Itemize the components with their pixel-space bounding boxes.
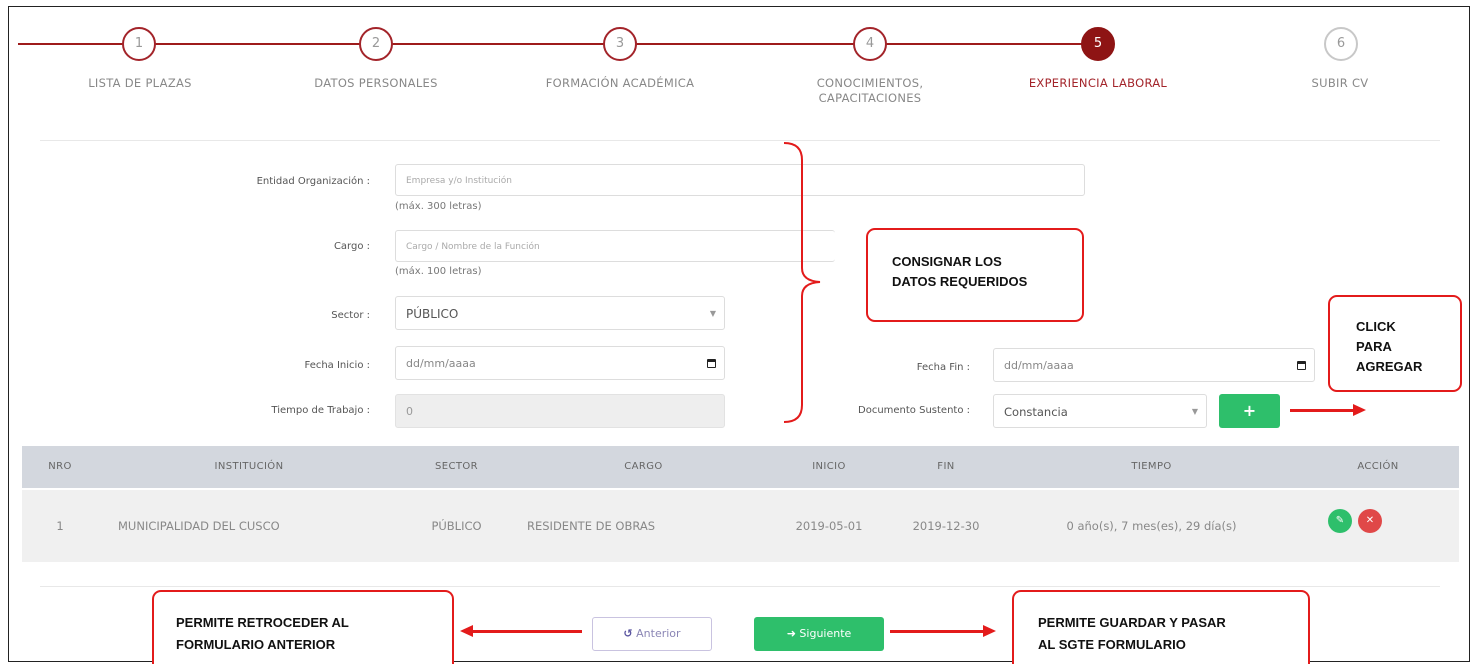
page-frame xyxy=(8,6,1470,662)
arrow-add-shaft xyxy=(1290,409,1354,412)
step-6-label: SUBIR CV xyxy=(1311,76,1369,90)
step-2-circle[interactable]: 2 xyxy=(359,27,393,61)
divider-bottom xyxy=(40,586,1440,587)
fecha-fin-input[interactable]: dd/mm/aaaa xyxy=(993,348,1315,382)
sector-select[interactable]: PÚBLICO ▼ xyxy=(395,296,725,330)
col-sector: SECTOR xyxy=(400,446,513,488)
arrow-right-icon: ➜ xyxy=(786,627,796,640)
stepper-progress-line xyxy=(18,43,1110,45)
tiempo-input: 0 xyxy=(395,394,725,428)
step-5-circle[interactable]: 5 xyxy=(1081,27,1115,61)
fecha-inicio-placeholder: dd/mm/aaaa xyxy=(406,357,476,370)
step-6-circle[interactable]: 6 xyxy=(1324,27,1358,61)
callout-click-agregar: CLICK PARA AGREGAR xyxy=(1328,295,1462,392)
callout-consignar-line2: DATOS REQUERIDOS xyxy=(892,274,1028,289)
arrow-retroceder-shaft xyxy=(472,630,582,633)
col-institucion: INSTITUCIÓN xyxy=(100,446,398,488)
chevron-down-icon: ▼ xyxy=(709,309,716,318)
callout-guardar: PERMITE GUARDAR Y PASAR AL SGTE FORMULAR… xyxy=(1012,590,1310,664)
callout-click-line2: PARA xyxy=(1356,339,1392,354)
fecha-inicio-label: Fecha Inicio : xyxy=(304,360,370,371)
cargo-placeholder: Cargo / Nombre de la Función xyxy=(406,242,540,252)
fecha-inicio-input[interactable]: dd/mm/aaaa xyxy=(395,346,725,380)
callout-consignar: CONSIGNAR LOS DATOS REQUERIDOS xyxy=(866,228,1084,322)
callout-guardar-line2: AL SGTE FORMULARIO xyxy=(1038,637,1186,652)
calendar-icon[interactable] xyxy=(707,359,716,368)
tiempo-value: 0 xyxy=(406,405,413,418)
step-2-label: DATOS PERSONALES xyxy=(314,76,438,90)
fecha-fin-label: Fecha Fin : xyxy=(916,362,970,373)
callout-consignar-line1: CONSIGNAR LOS xyxy=(892,254,1002,269)
anterior-button[interactable]: ↺ Anterior xyxy=(592,617,712,651)
arrow-right-icon xyxy=(1353,404,1366,416)
documento-select[interactable]: Constancia ▼ xyxy=(993,394,1207,428)
edit-button[interactable]: ✎ xyxy=(1328,509,1352,533)
callout-retroceder-line1: PERMITE RETROCEDER AL xyxy=(176,615,349,630)
sector-label: Sector : xyxy=(331,310,370,321)
cargo-input[interactable]: Cargo / Nombre de la Función xyxy=(395,230,835,262)
cell-cargo: RESIDENTE DE OBRAS xyxy=(515,490,772,562)
step-3-label: FORMACIÓN ACADÉMICA xyxy=(545,76,695,90)
col-cargo: CARGO xyxy=(515,446,772,488)
step-4-label-line2: CAPACITACIONES xyxy=(818,91,922,105)
divider-top xyxy=(40,140,1440,141)
arrow-right-icon xyxy=(983,625,996,637)
step-1-label: LISTA DE PLAZAS xyxy=(88,76,192,90)
entidad-input[interactable]: Empresa y/o Institución xyxy=(395,164,1085,196)
cargo-label: Cargo : xyxy=(333,241,370,252)
tiempo-label: Tiempo de Trabajo : xyxy=(271,405,370,416)
cell-tiempo: 0 año(s), 7 mes(es), 29 día(s) xyxy=(1008,490,1295,562)
cell-nro: 1 xyxy=(22,490,98,562)
step-4-label: CONOCIMIENTOS, CAPACITACIONES xyxy=(790,76,950,106)
col-accion: ACCIÓN xyxy=(1297,446,1459,488)
chevron-down-icon: ▼ xyxy=(1191,407,1198,416)
col-nro: NRO xyxy=(22,446,98,488)
col-tiempo: TIEMPO xyxy=(1008,446,1295,488)
callout-retroceder: PERMITE RETROCEDER AL FORMULARIO ANTERIO… xyxy=(152,590,454,664)
documento-value: Constancia xyxy=(1004,405,1068,419)
bracket-annotation xyxy=(783,142,821,423)
cell-inicio: 2019-05-01 xyxy=(774,490,884,562)
callout-retroceder-line2: FORMULARIO ANTERIOR xyxy=(176,637,336,652)
siguiente-label: Siguiente xyxy=(799,627,852,640)
cell-fin: 2019-12-30 xyxy=(886,490,1006,562)
close-icon: ✕ xyxy=(1365,515,1375,526)
cell-institucion: MUNICIPALIDAD DEL CUSCO xyxy=(100,490,398,562)
cargo-hint: (máx. 100 letras) xyxy=(395,266,482,277)
step-5-label: EXPERIENCIA LABORAL xyxy=(1028,76,1168,90)
step-4-label-line1: CONOCIMIENTOS, xyxy=(816,76,924,90)
anterior-label: Anterior xyxy=(636,627,681,640)
callout-click-line1: CLICK xyxy=(1356,319,1396,334)
callout-guardar-line1: PERMITE GUARDAR Y PASAR xyxy=(1038,615,1226,630)
undo-icon: ↺ xyxy=(623,627,633,640)
cell-sector: PÚBLICO xyxy=(400,490,513,562)
siguiente-button[interactable]: ➜ Siguiente xyxy=(754,617,884,651)
arrow-guardar-shaft xyxy=(890,630,984,633)
step-1-circle[interactable]: 1 xyxy=(122,27,156,61)
col-inicio: INICIO xyxy=(774,446,884,488)
sector-value: PÚBLICO xyxy=(406,307,459,321)
add-experience-button[interactable]: + xyxy=(1219,394,1280,428)
callout-click-line3: AGREGAR xyxy=(1356,359,1423,374)
col-fin: FIN xyxy=(886,446,1006,488)
entidad-label: Entidad Organización : xyxy=(256,176,370,187)
delete-button[interactable]: ✕ xyxy=(1358,509,1382,533)
step-3-circle[interactable]: 3 xyxy=(603,27,637,61)
entidad-hint: (máx. 300 letras) xyxy=(395,201,482,212)
fecha-fin-placeholder: dd/mm/aaaa xyxy=(1004,359,1074,372)
pencil-icon: ✎ xyxy=(1335,515,1345,526)
step-4-circle[interactable]: 4 xyxy=(853,27,887,61)
calendar-icon[interactable] xyxy=(1297,361,1306,370)
entidad-placeholder: Empresa y/o Institución xyxy=(406,176,512,186)
